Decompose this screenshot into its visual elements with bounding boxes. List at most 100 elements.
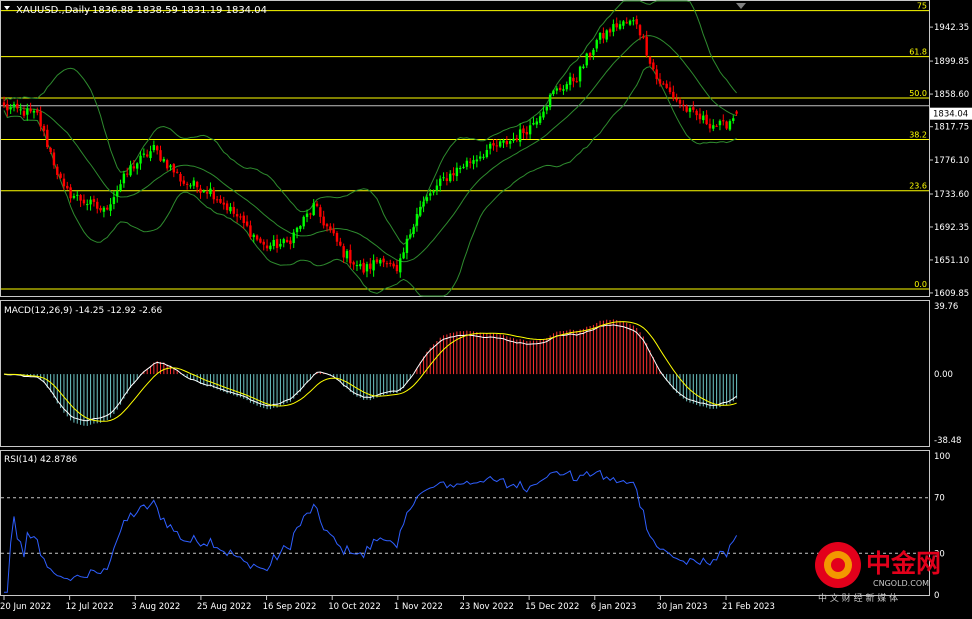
candle xyxy=(215,196,219,203)
candle xyxy=(195,180,199,194)
candle-body xyxy=(692,107,695,110)
candle-body xyxy=(215,199,219,201)
candle-body xyxy=(99,208,102,211)
candle xyxy=(212,187,215,204)
candle xyxy=(395,260,399,274)
candle-body xyxy=(212,189,215,200)
candle xyxy=(475,155,479,168)
candle xyxy=(655,65,658,85)
candle-body xyxy=(36,109,39,113)
candle xyxy=(119,179,122,193)
candle-body xyxy=(665,83,668,88)
candle xyxy=(439,175,442,192)
candle xyxy=(232,201,235,218)
candle xyxy=(452,167,455,182)
candle xyxy=(495,139,499,152)
candle-body xyxy=(602,32,605,39)
candle xyxy=(498,139,502,148)
candle-body xyxy=(26,108,29,115)
candle-body xyxy=(498,141,502,147)
candle xyxy=(622,19,625,30)
candle xyxy=(275,234,279,253)
candle xyxy=(578,65,582,88)
candle-body xyxy=(728,121,732,130)
watermark-domain: CNGOLD.COM xyxy=(873,579,929,588)
candle-body xyxy=(66,185,69,189)
shift-marker-icon[interactable] xyxy=(736,3,746,9)
price-tick-label: 1899.85 xyxy=(934,57,969,67)
candle xyxy=(405,235,409,260)
fib-label-5: 0.0 xyxy=(914,280,927,289)
candle xyxy=(219,195,222,204)
rsi-tick-label: 0 xyxy=(934,591,939,601)
candle-body xyxy=(598,33,602,40)
candle xyxy=(26,103,29,121)
candle-body xyxy=(638,25,642,36)
candle-body xyxy=(475,159,479,162)
candle-body xyxy=(282,239,285,244)
candle-body xyxy=(209,188,212,195)
candle xyxy=(682,100,685,111)
candle-body xyxy=(648,56,652,64)
candle xyxy=(182,176,186,186)
candle-body xyxy=(332,229,335,234)
candle-body xyxy=(658,79,662,84)
candle-body xyxy=(155,146,159,151)
candle-body xyxy=(175,171,179,173)
candle-body xyxy=(715,125,718,127)
chart-dropdown-icon[interactable] xyxy=(4,6,10,10)
candle-body xyxy=(688,108,692,112)
candle-body xyxy=(618,24,622,29)
candle-body xyxy=(59,173,62,178)
candle-body xyxy=(422,201,425,207)
candle xyxy=(482,153,485,160)
candle-body xyxy=(262,241,265,245)
candle-body xyxy=(149,151,152,159)
candle xyxy=(149,145,152,162)
candle xyxy=(389,259,392,267)
chart-ohlc: 1836.88 1838.59 1831.19 1834.04 xyxy=(92,5,267,16)
candle-body xyxy=(379,259,382,264)
candle-body xyxy=(735,111,738,114)
candle xyxy=(678,97,682,109)
candle xyxy=(322,210,325,229)
candle-body xyxy=(179,173,182,182)
candle-body xyxy=(82,199,86,204)
candle-body xyxy=(245,221,249,226)
price-panel-frame xyxy=(0,0,930,297)
time-axis: 20 Jun 2022 12 Jul 2022 3 Aug 2022 25 Aug 2… xyxy=(0,596,775,612)
macd-indicator xyxy=(3,319,738,426)
candle-body xyxy=(325,224,329,227)
candle-body xyxy=(292,232,295,244)
candle-body xyxy=(255,235,259,240)
macd-title: MACD(12,26,9) -14.25 -12.92 -2.66 xyxy=(4,306,163,316)
candle xyxy=(512,132,515,143)
candle-body xyxy=(592,49,595,56)
candle xyxy=(122,170,126,188)
candle-body xyxy=(605,30,608,40)
candle xyxy=(459,165,462,174)
candle-body xyxy=(329,226,332,231)
candle-body xyxy=(612,24,615,32)
candle xyxy=(702,111,705,124)
candle xyxy=(109,198,112,217)
candle xyxy=(172,162,176,178)
candle xyxy=(595,38,598,52)
candle-body xyxy=(312,203,315,216)
candle xyxy=(528,119,532,139)
candle xyxy=(359,260,362,270)
candle xyxy=(372,254,375,277)
candle xyxy=(362,258,365,275)
candle xyxy=(472,155,475,170)
rsi-panel-frame xyxy=(0,450,930,596)
candle xyxy=(399,253,402,278)
candle xyxy=(345,249,349,263)
candle-body xyxy=(136,163,139,169)
candle xyxy=(82,194,86,206)
candle-body xyxy=(405,238,409,253)
candle-body xyxy=(29,108,32,112)
candle xyxy=(315,200,319,208)
watermark-tagline: 中 文 财 经 新 媒 体 xyxy=(818,592,898,604)
candle-body xyxy=(528,125,532,135)
candle-body xyxy=(429,193,432,196)
